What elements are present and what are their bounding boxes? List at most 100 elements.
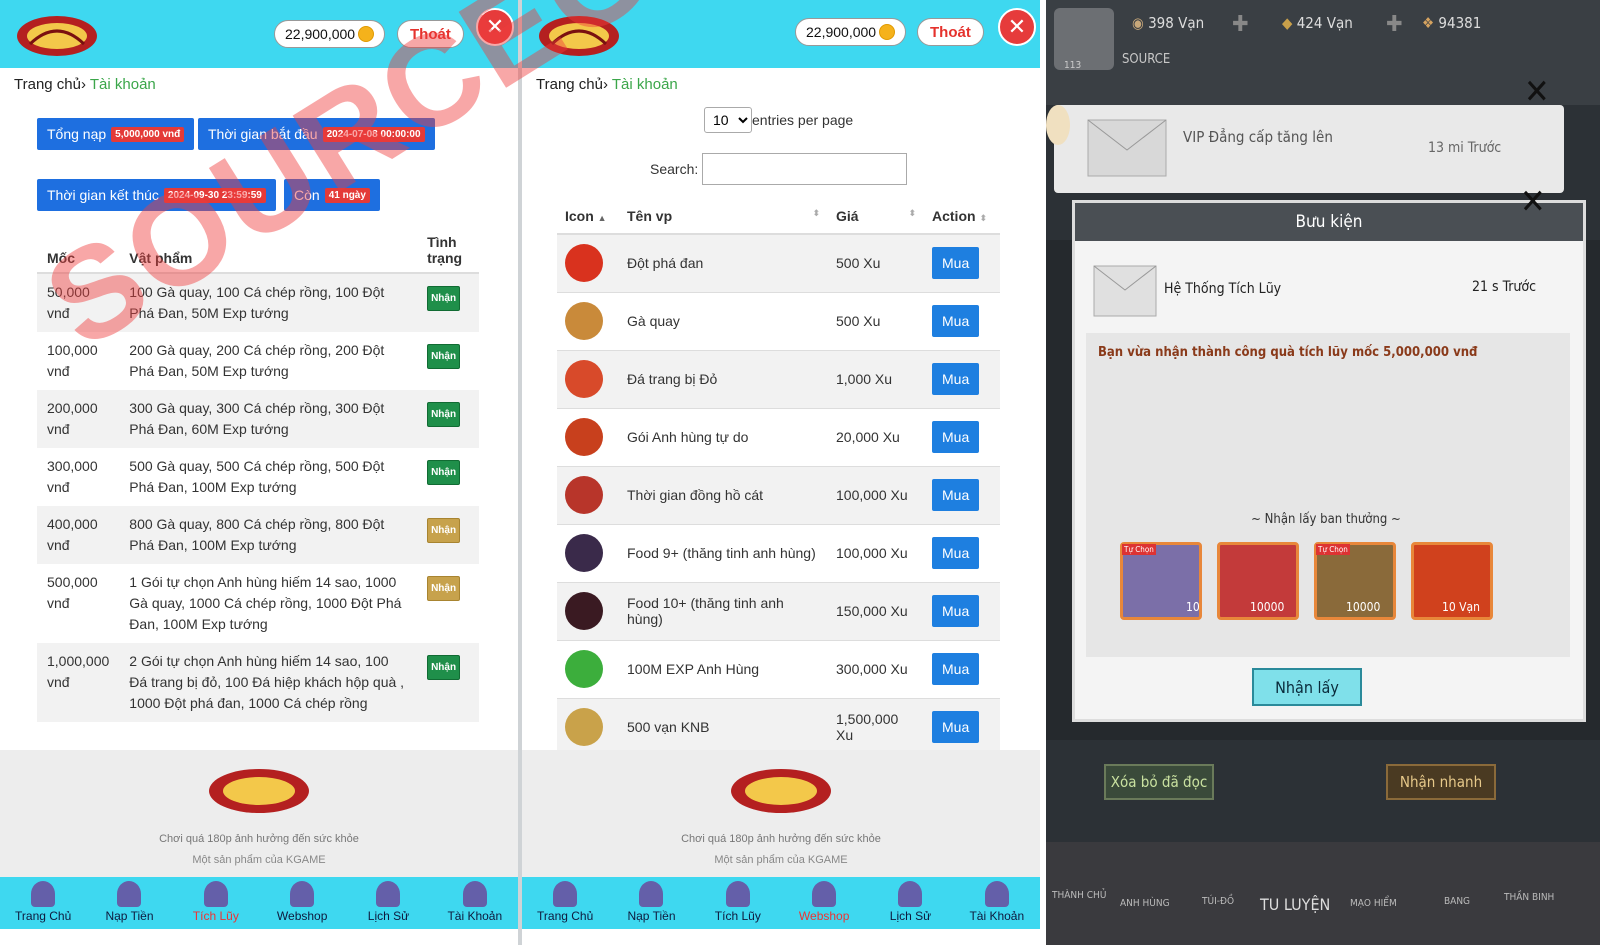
table-row: 500,000 vnđ 1 Gói tự chọn Anh hùng hiếm 1… bbox=[37, 564, 479, 643]
sort-icon: ⬍ bbox=[979, 212, 987, 223]
reward-qty: 10000 bbox=[1250, 600, 1285, 614]
nav-label: Nạp Tiền bbox=[627, 909, 676, 923]
source-label: SOURCE bbox=[1122, 52, 1171, 67]
nav-account[interactable]: Tài Khoản bbox=[954, 877, 1040, 929]
close-icon[interactable]: ✕ bbox=[476, 8, 514, 46]
reward-heading: ~ Nhận lấy ban thưởng ~ bbox=[1176, 512, 1476, 527]
nav-home[interactable]: Trang Chủ bbox=[0, 877, 86, 929]
pill-label: Thời gian kết thúc bbox=[47, 187, 159, 203]
coin-icon bbox=[358, 26, 375, 42]
breadcrumb-home[interactable]: Trang chủ› bbox=[536, 76, 608, 93]
buy-button[interactable]: Mua bbox=[932, 479, 980, 511]
claim-button[interactable]: Nhận bbox=[427, 576, 461, 601]
search-box: Search: bbox=[650, 153, 908, 185]
claim-button[interactable]: Nhận bbox=[427, 460, 461, 485]
logout-button[interactable]: Thoát bbox=[397, 20, 464, 48]
buy-button[interactable]: Mua bbox=[932, 595, 980, 627]
avatar-icon bbox=[553, 881, 578, 907]
buy-button[interactable]: Mua bbox=[932, 247, 980, 280]
nav-account[interactable]: Tài Khoản bbox=[432, 877, 518, 929]
add-gold-icon[interactable]: ✚ bbox=[1386, 12, 1403, 37]
footer-logo bbox=[731, 769, 831, 813]
game-logo[interactable] bbox=[16, 14, 98, 58]
table-row: 50,000 vnđ 100 Gà quay, 100 Cá chép rồng,… bbox=[37, 273, 479, 332]
buy-button[interactable]: Mua bbox=[932, 653, 980, 685]
nav-home[interactable]: Trang Chủ bbox=[522, 877, 608, 929]
game-nav-city[interactable]: THÀNH CHỦ bbox=[1052, 890, 1106, 901]
col-label: Icon bbox=[565, 207, 594, 224]
envelope-icon bbox=[1093, 265, 1157, 317]
balance-pill: 22,900,000 bbox=[274, 20, 386, 48]
top-bar: 22,900,000 Thoát ✕ bbox=[0, 0, 518, 68]
col-item: Vật phẩm bbox=[119, 228, 418, 274]
logout-button[interactable]: Thoát bbox=[917, 18, 984, 46]
item-icon bbox=[565, 302, 603, 340]
buy-button[interactable]: Mua bbox=[932, 537, 980, 569]
delete-read-button[interactable]: Xóa bỏ đã đọc bbox=[1104, 764, 1214, 800]
nav-topup[interactable]: Nạp Tiền bbox=[86, 877, 172, 929]
bottom-nav: Trang Chủ Nạp Tiền Tích Lũy Webshop Lịch… bbox=[0, 877, 518, 929]
pill-badge: 5,000,000 vnđ bbox=[111, 126, 185, 142]
nav-label: Webshop bbox=[276, 909, 328, 923]
buy-button[interactable]: Mua bbox=[932, 421, 980, 453]
col-status: Tình trạng bbox=[417, 228, 479, 274]
col-label: Giá bbox=[836, 207, 859, 224]
avatar-icon bbox=[898, 881, 923, 907]
start-time-pill: Thời gian bắt đầu 2024-07-08 00:00:00 bbox=[198, 118, 435, 150]
table-row: Đá trang bị Đỏ 1,000 Xu Mua bbox=[557, 350, 1000, 409]
close-icon[interactable]: ✕ bbox=[998, 8, 1036, 46]
game-nav-bag[interactable]: TÚI-ĐỒ bbox=[1202, 896, 1234, 907]
sort-icon: ▲ bbox=[597, 212, 607, 223]
game-logo[interactable] bbox=[538, 14, 620, 58]
entries-select[interactable]: 10 bbox=[704, 107, 752, 133]
claim-button[interactable]: Nhận bbox=[427, 344, 461, 369]
pill-badge: 2024-07-08 00:00:00 bbox=[322, 126, 425, 142]
breadcrumb-home[interactable]: Trang chủ› bbox=[14, 76, 86, 93]
balance-value: 22,900,000 bbox=[806, 24, 877, 40]
nav-topup[interactable]: Nạp Tiền bbox=[608, 877, 694, 929]
buy-button[interactable]: Mua bbox=[932, 305, 980, 337]
nav-accumulate[interactable]: Tích Lũy bbox=[695, 877, 781, 929]
buy-button[interactable]: Mua bbox=[932, 363, 980, 395]
close-icon[interactable]: ✕ bbox=[1524, 72, 1550, 112]
col-price[interactable]: Giá ⬍ bbox=[828, 198, 924, 235]
game-nav-guild[interactable]: BANG bbox=[1444, 896, 1470, 907]
game-nav-heroes[interactable]: ANH HÙNG bbox=[1120, 898, 1170, 909]
nav-label: Nạp Tiền bbox=[105, 909, 154, 923]
nav-accumulate[interactable]: Tích Lũy bbox=[173, 877, 259, 929]
entries-label: entries per page bbox=[752, 112, 854, 128]
vip-badge-icon bbox=[1046, 105, 1070, 145]
search-input[interactable] bbox=[702, 153, 908, 185]
table-row: 400,000 vnđ 800 Gà quay, 800 Cá chép rồng… bbox=[37, 506, 479, 564]
nav-label: Webshop bbox=[798, 909, 850, 923]
game-nav-weapons[interactable]: THẦN BINH bbox=[1504, 892, 1554, 903]
claim-button[interactable]: Nhận bbox=[427, 402, 461, 427]
balance-pill: 22,900,000 bbox=[795, 18, 907, 46]
resource-silver: ◉ 398 Vạn bbox=[1132, 14, 1204, 32]
claim-button[interactable]: Nhận bbox=[427, 286, 461, 311]
claim-button[interactable]: Nhận bbox=[427, 518, 461, 543]
quick-claim-button[interactable]: Nhận nhanh bbox=[1386, 764, 1496, 800]
col-action[interactable]: Action ⬍ bbox=[924, 198, 1000, 235]
avatar-icon bbox=[725, 881, 750, 907]
item-icon bbox=[565, 360, 603, 398]
claim-button[interactable]: Nhận lấy bbox=[1252, 668, 1362, 706]
add-silver-icon[interactable]: ✚ bbox=[1232, 12, 1249, 37]
col-icon[interactable]: Icon ▲ bbox=[557, 198, 619, 235]
item-name: Đá trang bị Đỏ bbox=[619, 350, 828, 409]
nav-history[interactable]: Lịch Sử bbox=[345, 877, 431, 929]
publisher-notice: Một sản phẩm của KGAME bbox=[192, 854, 326, 866]
avatar-icon bbox=[462, 881, 487, 907]
game-nav-adventure[interactable]: MẠO HIỂM bbox=[1350, 898, 1397, 909]
col-name[interactable]: Tên vp ⬍ bbox=[619, 198, 828, 235]
avatar[interactable] bbox=[1054, 8, 1114, 70]
game-nav-training[interactable]: TU LUYỆN bbox=[1260, 895, 1330, 914]
close-icon[interactable]: ✕ bbox=[1520, 182, 1546, 222]
claim-button[interactable]: Nhận bbox=[427, 655, 461, 680]
buy-button[interactable]: Mua bbox=[932, 711, 980, 743]
nav-webshop[interactable]: Webshop bbox=[259, 877, 345, 929]
breadcrumb-current: Tài khoản bbox=[89, 76, 156, 93]
nav-history[interactable]: Lịch Sử bbox=[867, 877, 953, 929]
item-icon bbox=[565, 592, 603, 630]
nav-webshop[interactable]: Webshop bbox=[781, 877, 867, 929]
